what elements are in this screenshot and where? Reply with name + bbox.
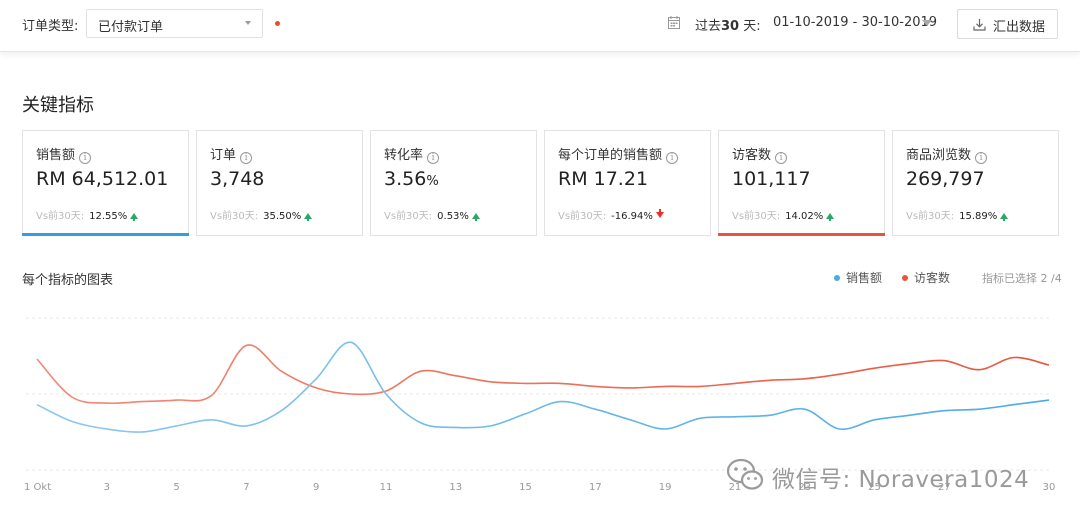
date-range-label: 过去30 天: [695,19,761,34]
selected-metrics-count: 指标已选择 2 /4 [982,272,1062,285]
x-tick-label: 9 [313,482,319,493]
info-icon[interactable]: i [666,152,679,164]
info-icon[interactable]: i [79,152,92,164]
watermark-text: 微信号: Noravera1024 [772,467,1030,493]
metric-comparison: Vs前30天: 15.89% [906,207,1009,222]
filter-bar: 订单类型: 已付款订单 过去30 天: 01-10-2019 - 30-10-2… [0,0,1080,52]
trend-up-icon [471,213,480,221]
date-range-value[interactable]: 01-10-2019 - 30-10-2019 [773,15,937,30]
info-icon[interactable]: i [240,152,253,164]
export-data-button[interactable]: 汇出数据 [957,9,1058,39]
series-line-visitors [36,344,1050,405]
x-tick-label: 11 [380,482,393,493]
x-tick-label: 7 [243,482,249,493]
x-tick-label: 1 Okt [24,482,51,493]
legend-item-visitors[interactable]: 访客数 [902,269,950,286]
metric-change-pct: -16.94% [611,211,653,222]
date-range-dropdown-icon[interactable] [922,20,932,26]
card-orders[interactable]: 订单 i 3,748 Vs前30天: 35.50% [196,130,363,236]
x-tick-label: 5 [173,482,179,493]
card-sales-per-order[interactable]: 每个订单的销售额 i RM 17.21 Vs前30天: -16.94% [544,130,711,236]
selected-indicator [22,233,189,236]
x-tick-label: 30 [1043,482,1056,493]
chevron-down-icon [245,21,251,25]
metric-change-pct: 35.50% [263,211,302,222]
metric-value: 3.56% [384,168,439,190]
order-type-value: 已付款订单 [98,20,164,35]
metric-value: 3,748 [210,168,265,190]
export-data-label: 汇出数据 [993,20,1046,35]
metric-value: RM 17.21 [558,168,649,190]
metric-change-pct: 15.89% [959,211,998,222]
card-conversion-rate[interactable]: 转化率 i 3.56% Vs前30天: 0.53% [370,130,537,236]
order-type-select[interactable]: 已付款订单 [86,9,263,38]
legend-item-sales[interactable]: 销售额 [834,269,882,286]
wechat-logo-icon [726,458,764,490]
metric-comparison: Vs前30天: 35.50% [210,207,313,222]
metric-value: RM 64,512.01 [36,168,169,190]
order-type-label: 订单类型: [22,19,79,34]
metric-name: 商品浏览数 i [906,144,988,164]
metric-name: 转化率 i [384,144,440,164]
x-tick-label: 17 [589,482,602,493]
metric-value: 101,117 [732,168,811,190]
metric-value: 269,797 [906,168,985,190]
metric-name: 订单 i [210,144,253,164]
card-visitors[interactable]: 访客数 i 101,117 Vs前30天: 14.02% [718,130,885,236]
notification-dot-icon [275,21,280,26]
legend-dot-icon [902,275,908,281]
metric-comparison: Vs前30天: -16.94% [558,207,664,222]
info-icon[interactable]: i [427,152,440,164]
download-icon [973,19,986,31]
trend-down-icon [655,209,664,218]
trend-up-icon [130,213,139,221]
x-tick-label: 15 [519,482,532,493]
card-product-views[interactable]: 商品浏览数 i 269,797 Vs前30天: 15.89% [892,130,1059,236]
metric-comparison: Vs前30天: 0.53% [384,207,480,222]
info-icon[interactable]: i [975,152,988,164]
x-tick-label: 13 [449,482,462,493]
info-icon[interactable]: i [775,152,788,164]
card-sales[interactable]: 销售额 i RM 64,512.01 Vs前30天: 12.55% [22,130,189,236]
series-line-sales [36,341,1050,433]
metric-change-pct: 0.53% [437,211,469,222]
calendar-icon[interactable] [668,16,680,29]
section-title: 关键指标 [22,95,94,116]
trend-up-icon [826,213,835,221]
metric-name: 销售额 i [36,144,92,164]
selected-indicator [718,233,885,236]
metric-comparison: Vs前30天: 12.55% [36,207,139,222]
metric-comparison: Vs前30天: 14.02% [732,207,835,222]
metric-name: 访客数 i [732,144,788,164]
x-tick-label: 3 [104,482,110,493]
legend-dot-icon [834,275,840,281]
trend-up-icon [304,213,313,221]
metric-name: 每个订单的销售额 i [558,144,679,164]
chart-title: 每个指标的图表 [22,273,114,288]
trend-up-icon [1000,213,1009,221]
metric-change-pct: 14.02% [785,211,824,222]
metric-change-pct: 12.55% [89,211,128,222]
x-tick-label: 19 [659,482,672,493]
